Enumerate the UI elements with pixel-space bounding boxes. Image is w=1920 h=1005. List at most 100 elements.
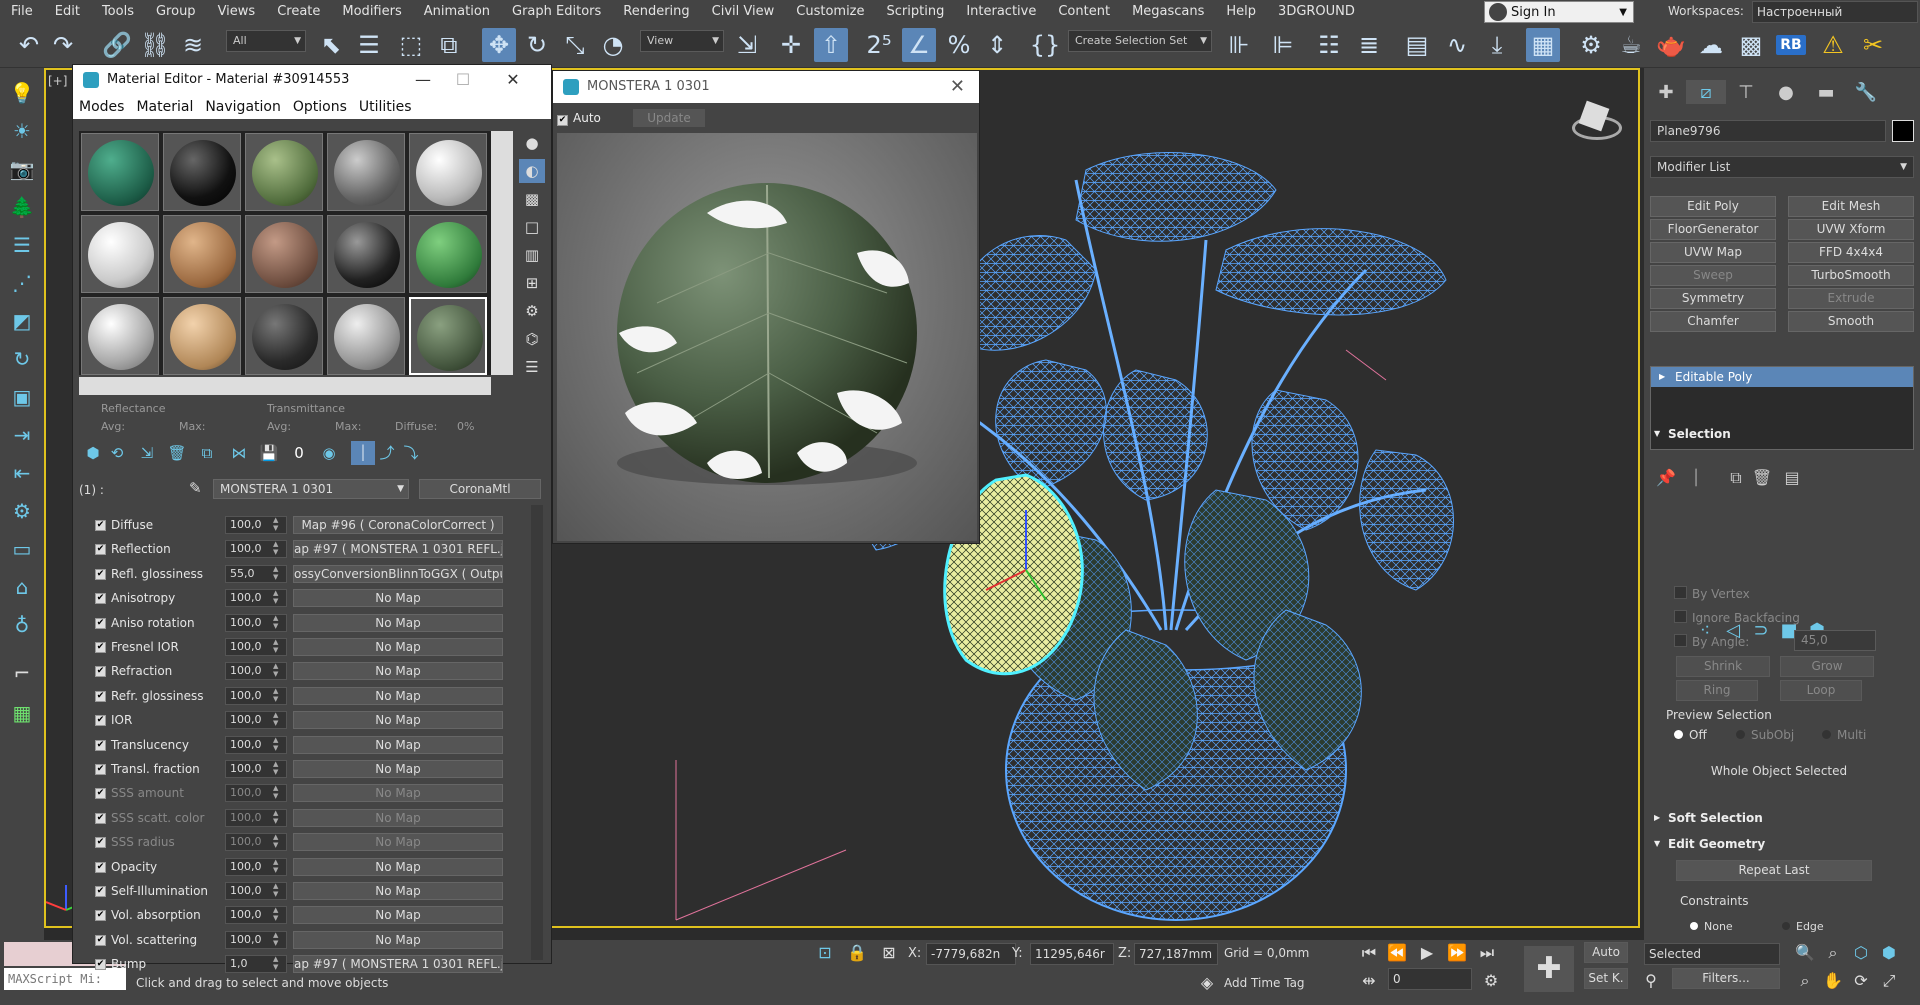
param-map-button[interactable]: No Map xyxy=(293,808,503,827)
scatter-icon[interactable]: ⋰ xyxy=(6,268,38,298)
param-map-button[interactable]: No Map xyxy=(293,589,503,608)
scene-explorer-icon[interactable]: ☷ xyxy=(1312,28,1346,62)
list-icon[interactable]: ☰ xyxy=(6,230,38,260)
key-filter-icon[interactable]: ⚲ xyxy=(1638,968,1664,994)
goto-end-icon[interactable]: ⏭ xyxy=(1474,940,1500,966)
mated-menu-navigation[interactable]: Navigation xyxy=(199,99,287,115)
constraint-none-radio[interactable]: None xyxy=(1690,920,1733,933)
param-enable-checkbox[interactable]: ✔ xyxy=(95,812,106,824)
warning-icon[interactable]: ⚠ xyxy=(1816,28,1850,62)
menu-item-graph-editors[interactable]: Graph Editors xyxy=(501,0,612,24)
reference-coord-dropdown[interactable]: View ▼ xyxy=(640,30,724,52)
spinner-arrows-icon[interactable]: ▲ ▼ xyxy=(273,540,278,556)
param-map-button[interactable]: No Map xyxy=(293,613,503,632)
menu-item-scripting[interactable]: Scripting xyxy=(876,0,956,24)
mated-menu-material[interactable]: Material xyxy=(130,99,199,115)
material-slot[interactable] xyxy=(81,133,159,211)
render-setup-icon[interactable]: ⚙ xyxy=(1574,28,1608,62)
zoom-extents-icon[interactable]: ⬡ xyxy=(1848,940,1874,966)
texture-icon[interactable]: ▣ xyxy=(6,382,38,412)
spinner-arrows-icon[interactable]: ▲ ▼ xyxy=(273,858,278,874)
options-icon[interactable]: ⚙ xyxy=(519,299,545,323)
angle-spinner[interactable]: 45,0 xyxy=(1794,630,1876,651)
by-angle-checkbox[interactable]: By Angle: xyxy=(1674,634,1749,649)
sun-icon[interactable]: ☀ xyxy=(6,116,38,146)
menu-item-interactive[interactable]: Interactive xyxy=(955,0,1047,24)
pivot-center-icon[interactable]: ⇲ xyxy=(730,28,764,62)
backlight-icon[interactable]: ◐ xyxy=(519,159,545,183)
menu-item-civil-view[interactable]: Civil View xyxy=(701,0,786,24)
set-key-large-icon[interactable]: ✚ xyxy=(1524,946,1574,992)
grow-button[interactable]: Grow xyxy=(1780,656,1874,677)
param-enable-checkbox[interactable]: ✔ xyxy=(95,617,106,629)
menu-item-views[interactable]: Views xyxy=(207,0,267,24)
param-enable-checkbox[interactable]: ✔ xyxy=(95,764,106,775)
pan-icon[interactable]: ✋ xyxy=(1820,968,1846,994)
object-name-field[interactable]: Plane9796 xyxy=(1650,120,1886,142)
menu-item-create[interactable]: Create xyxy=(266,0,331,24)
curve-editor-icon[interactable]: ∿ xyxy=(1440,28,1474,62)
align-icon[interactable]: ⊫ xyxy=(1266,28,1300,62)
slots-vertical-scrollbar[interactable] xyxy=(491,131,513,375)
workspaces-dropdown[interactable]: Настроенный xyxy=(1752,1,1918,23)
undo-icon[interactable]: ↶ xyxy=(12,28,46,62)
create-tab-icon[interactable]: ✚ xyxy=(1646,80,1686,104)
spinner-arrows-icon[interactable]: ▲ ▼ xyxy=(273,760,278,776)
sample-uv-tiling-icon[interactable]: □ xyxy=(519,215,545,239)
select-object-icon[interactable]: ⬉ xyxy=(314,28,348,62)
param-map-button[interactable]: No Map xyxy=(293,760,503,778)
spinner-arrows-icon[interactable]: ▲ ▼ xyxy=(273,809,278,825)
camera-icon[interactable]: 📷 xyxy=(6,154,38,184)
add-time-tag[interactable]: Add Time Tag xyxy=(1224,976,1305,990)
import-icon[interactable]: ⇤ xyxy=(6,458,38,488)
mated-menu-utilities[interactable]: Utilities xyxy=(353,99,418,115)
make-preview-icon[interactable]: ⊞ xyxy=(519,271,545,295)
select-by-name-icon[interactable]: ☰ xyxy=(352,28,386,62)
light-bulb-icon[interactable]: 💡 xyxy=(6,78,38,108)
snaps-toggle-icon[interactable]: 2⁵ xyxy=(862,28,896,62)
filters-button[interactable]: Filters... xyxy=(1672,968,1780,989)
modifier-list-dropdown[interactable]: Modifier List ▼ xyxy=(1650,156,1914,178)
menu-item-edit[interactable]: Edit xyxy=(44,0,91,24)
spinner-arrows-icon[interactable]: ▲ ▼ xyxy=(273,882,278,898)
material-name-field[interactable]: MONSTERA 1 0301 ▼ xyxy=(213,479,409,499)
rb-plugin-icon[interactable]: RB xyxy=(1774,28,1808,62)
bind-space-warp-icon[interactable]: ≋ xyxy=(176,28,210,62)
absolute-mode-icon[interactable]: ⊠ xyxy=(876,940,902,966)
modifier-button-floorgenerator[interactable]: FloorGenerator xyxy=(1650,219,1776,240)
param-enable-checkbox[interactable]: ✔ xyxy=(95,739,106,751)
menu-item-rendering[interactable]: Rendering xyxy=(612,0,700,24)
param-map-button[interactable]: No Map xyxy=(293,662,503,681)
select-manipulate-icon[interactable]: ✛ xyxy=(774,28,808,62)
isolate-selection-icon[interactable]: ⊡ xyxy=(812,940,838,966)
maximize-icon[interactable]: ☐ xyxy=(443,65,483,95)
menu-item-file[interactable]: File xyxy=(0,0,44,24)
param-map-button[interactable]: No Map xyxy=(293,882,503,900)
material-slot[interactable] xyxy=(245,297,323,375)
spinner-snap-icon[interactable]: ⇕ xyxy=(980,28,1014,62)
menu-item-group[interactable]: Group xyxy=(145,0,207,24)
spinner-arrows-icon[interactable]: ▲ ▼ xyxy=(273,687,278,703)
selection-filter-dropdown[interactable]: All ▼ xyxy=(226,30,306,52)
time-config-icon[interactable]: ⚙ xyxy=(1478,968,1504,994)
show-shaded-icon[interactable]: ◉ xyxy=(317,441,341,465)
update-button[interactable]: Update xyxy=(633,109,705,127)
spinner-arrows-icon[interactable]: ▲ ▼ xyxy=(273,516,278,532)
configure-modifier-sets-icon[interactable]: ▤ xyxy=(1780,468,1804,490)
view-cube[interactable] xyxy=(1566,96,1622,150)
modifier-button-sweep[interactable]: Sweep xyxy=(1650,265,1776,286)
menu-item-help[interactable]: Help xyxy=(1215,0,1267,24)
spinner-arrows-icon[interactable]: ▲ ▼ xyxy=(273,833,278,849)
material-slot[interactable] xyxy=(409,297,487,375)
scissors-icon[interactable]: ✂ xyxy=(1856,28,1890,62)
modifier-button-edit-mesh[interactable]: Edit Mesh xyxy=(1788,196,1914,217)
place-icon[interactable]: ◔ xyxy=(596,28,630,62)
param-enable-checkbox[interactable]: ✔ xyxy=(95,959,106,971)
modify-tab-icon[interactable]: ⧄ xyxy=(1686,80,1726,104)
remove-modifier-icon[interactable]: 🗑 xyxy=(1750,468,1774,490)
display-tab-icon[interactable]: ▬ xyxy=(1806,80,1846,104)
edit-named-selection-icon[interactable]: {} xyxy=(1028,28,1062,62)
param-enable-checkbox[interactable]: ✔ xyxy=(95,886,106,897)
grid-app-icon[interactable]: ▦ xyxy=(6,698,38,728)
selection-lock-icon[interactable]: 🔒 xyxy=(844,940,870,966)
